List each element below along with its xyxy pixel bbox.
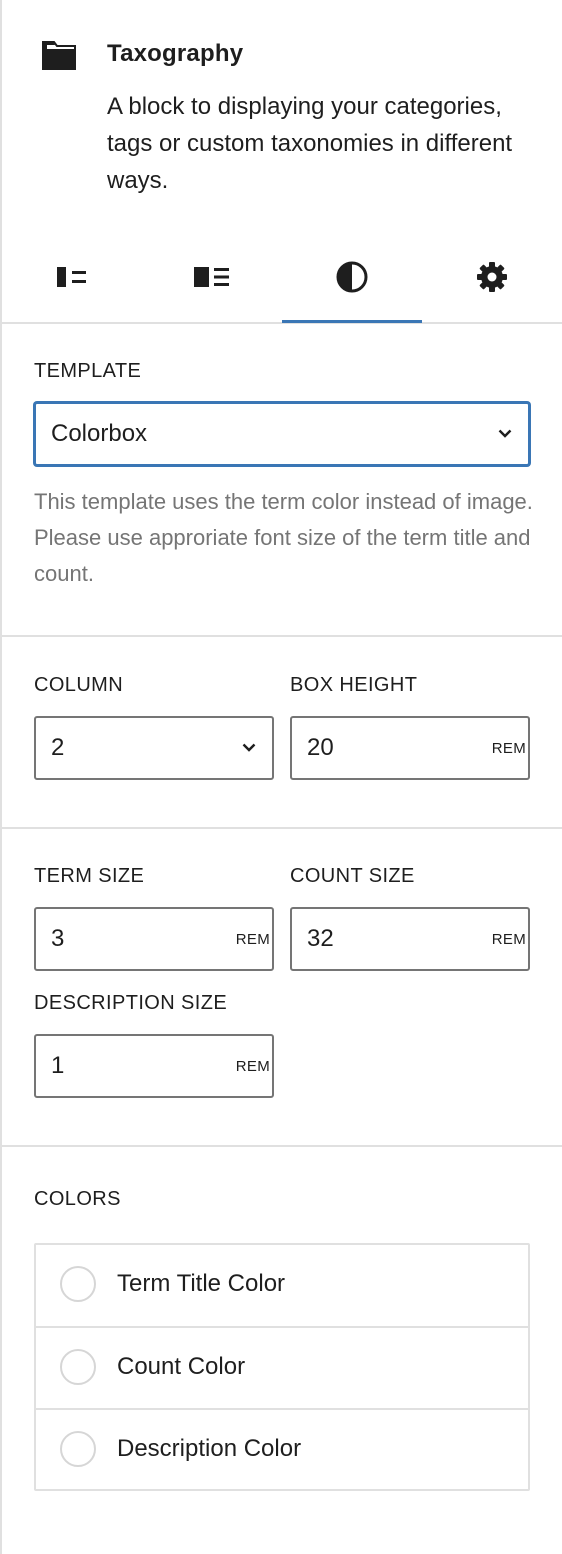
active-tab-indicator — [282, 320, 422, 323]
column-label: COLUMN — [34, 674, 124, 696]
count-size-label: COUNT SIZE — [290, 865, 415, 887]
colors-label: COLORS — [34, 1188, 121, 1210]
box-height-input[interactable]: 20 REM — [290, 716, 530, 780]
color-item-label: Term Title Color — [117, 1270, 286, 1297]
settings-tabs — [2, 232, 562, 322]
box-height-value: 20 — [307, 734, 334, 761]
section-divider — [2, 635, 562, 637]
tab-block-list[interactable] — [142, 232, 282, 322]
color-item-label: Description Color — [117, 1435, 302, 1462]
section-divider — [2, 827, 562, 829]
term-size-input[interactable]: 3 REM — [34, 907, 274, 971]
description-size-label: DESCRIPTION SIZE — [34, 992, 228, 1014]
count-size-value: 32 — [307, 925, 334, 952]
term-size-unit[interactable]: REM — [236, 931, 270, 948]
color-swatch-icon — [60, 1266, 96, 1302]
term-size-label: TERM SIZE — [34, 865, 145, 887]
template-select-value: Colorbox — [51, 420, 148, 447]
color-item-label: Count Color — [117, 1353, 246, 1380]
chevron-down-icon — [498, 429, 512, 438]
folder-icon — [42, 41, 76, 70]
tab-styles[interactable] — [282, 232, 422, 322]
color-item-term-title[interactable]: Term Title Color — [36, 1245, 528, 1325]
tab-settings[interactable] — [422, 232, 562, 322]
color-item-description[interactable]: Description Color — [36, 1410, 528, 1490]
template-select[interactable]: Colorbox — [34, 402, 530, 466]
box-height-label: BOX HEIGHT — [290, 674, 418, 696]
description-size-unit[interactable]: REM — [236, 1058, 270, 1075]
list-layout-icon — [57, 267, 86, 287]
term-size-value: 3 — [51, 925, 65, 952]
color-swatch-icon — [60, 1349, 96, 1385]
description-size-value: 1 — [51, 1052, 65, 1079]
column-select-value: 2 — [51, 734, 65, 761]
tab-layout[interactable] — [2, 232, 142, 322]
gear-icon — [477, 262, 507, 292]
chevron-down-icon — [242, 743, 256, 752]
contrast-icon — [336, 261, 368, 293]
color-swatch-icon — [60, 1431, 96, 1467]
section-divider — [2, 1145, 562, 1147]
column-select[interactable]: 2 — [34, 716, 274, 780]
description-size-input[interactable]: 1 REM — [34, 1034, 274, 1098]
colors-list: Term Title Color Count Color Description… — [34, 1243, 530, 1491]
template-label: TEMPLATE — [34, 360, 142, 382]
count-size-input[interactable]: 32 REM — [290, 907, 530, 971]
block-list-icon — [194, 267, 229, 287]
count-size-unit[interactable]: REM — [492, 931, 526, 948]
block-card: Taxography A block to displaying your ca… — [0, 0, 562, 230]
box-height-unit[interactable]: REM — [492, 740, 526, 757]
block-description: A block to displaying your categories, t… — [107, 93, 513, 194]
color-item-count[interactable]: Count Color — [36, 1328, 528, 1408]
block-title: Taxography — [107, 40, 244, 67]
template-help-text: This template uses the term color instea… — [34, 489, 533, 586]
